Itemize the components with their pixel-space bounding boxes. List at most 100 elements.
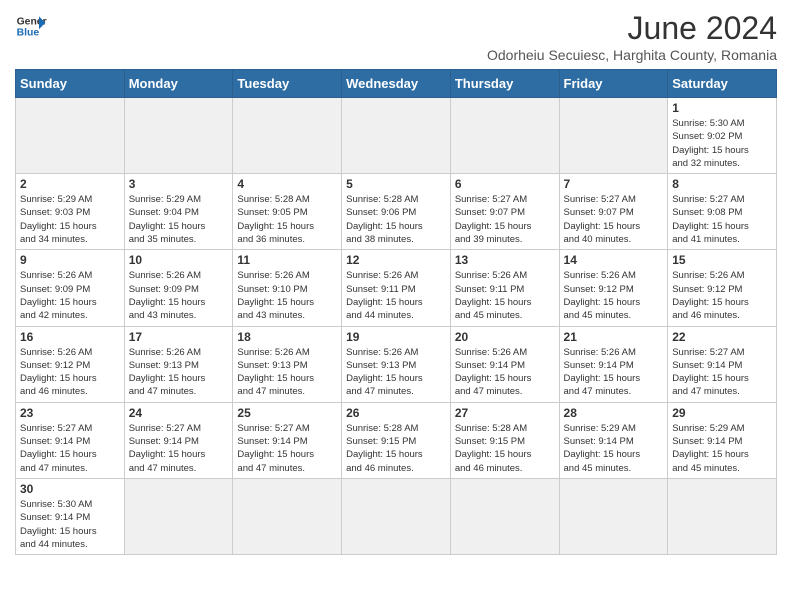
day-sun-info: Sunrise: 5:29 AM Sunset: 9:03 PM Dayligh… <box>20 193 120 246</box>
day-number: 18 <box>237 330 337 344</box>
calendar-day-cell: 9 Sunrise: 5:26 AM Sunset: 9:09 PM Daylig… <box>16 250 125 326</box>
calendar-day-cell: 8 Sunrise: 5:27 AM Sunset: 9:08 PM Daylig… <box>668 174 777 250</box>
page-header: General Blue June 2024 Odorheiu Secuiesc… <box>15 10 777 63</box>
day-number: 8 <box>672 177 772 191</box>
calendar-day-cell: 3 Sunrise: 5:29 AM Sunset: 9:04 PM Daylig… <box>124 174 233 250</box>
calendar-day-cell: 25 Sunrise: 5:27 AM Sunset: 9:14 PM Dayli… <box>233 402 342 478</box>
weekday-header-row: SundayMondayTuesdayWednesdayThursdayFrid… <box>16 70 777 98</box>
logo: General Blue <box>15 10 47 42</box>
day-sun-info: Sunrise: 5:27 AM Sunset: 9:14 PM Dayligh… <box>672 346 772 399</box>
day-sun-info: Sunrise: 5:29 AM Sunset: 9:14 PM Dayligh… <box>564 422 664 475</box>
day-sun-info: Sunrise: 5:26 AM Sunset: 9:09 PM Dayligh… <box>20 269 120 322</box>
weekday-header: Friday <box>559 70 668 98</box>
calendar-day-cell: 10 Sunrise: 5:26 AM Sunset: 9:09 PM Dayli… <box>124 250 233 326</box>
calendar-day-cell <box>342 478 451 554</box>
weekday-header: Thursday <box>450 70 559 98</box>
calendar-day-cell: 12Sunrise: 5:26 AM Sunset: 9:11 PM Dayli… <box>342 250 451 326</box>
day-number: 28 <box>564 406 664 420</box>
day-sun-info: Sunrise: 5:26 AM Sunset: 9:12 PM Dayligh… <box>564 269 664 322</box>
day-sun-info: Sunrise: 5:29 AM Sunset: 9:04 PM Dayligh… <box>129 193 229 246</box>
calendar-week-row: 1Sunrise: 5:30 AM Sunset: 9:02 PM Daylig… <box>16 98 777 174</box>
calendar-day-cell <box>233 478 342 554</box>
calendar-day-cell: 4Sunrise: 5:28 AM Sunset: 9:05 PM Daylig… <box>233 174 342 250</box>
day-sun-info: Sunrise: 5:29 AM Sunset: 9:14 PM Dayligh… <box>672 422 772 475</box>
weekday-header: Wednesday <box>342 70 451 98</box>
calendar-day-cell: 7 Sunrise: 5:27 AM Sunset: 9:07 PM Daylig… <box>559 174 668 250</box>
day-number: 9 <box>20 253 120 267</box>
day-sun-info: Sunrise: 5:26 AM Sunset: 9:12 PM Dayligh… <box>672 269 772 322</box>
day-sun-info: Sunrise: 5:27 AM Sunset: 9:14 PM Dayligh… <box>237 422 337 475</box>
day-sun-info: Sunrise: 5:26 AM Sunset: 9:09 PM Dayligh… <box>129 269 229 322</box>
calendar-day-cell: 23 Sunrise: 5:27 AM Sunset: 9:14 PM Dayli… <box>16 402 125 478</box>
day-number: 22 <box>672 330 772 344</box>
calendar-day-cell: 21 Sunrise: 5:26 AM Sunset: 9:14 PM Dayli… <box>559 326 668 402</box>
day-sun-info: Sunrise: 5:27 AM Sunset: 9:07 PM Dayligh… <box>455 193 555 246</box>
day-sun-info: Sunrise: 5:26 AM Sunset: 9:13 PM Dayligh… <box>237 346 337 399</box>
day-number: 7 <box>564 177 664 191</box>
location-subtitle: Odorheiu Secuiesc, Harghita County, Roma… <box>487 47 777 63</box>
weekday-header: Saturday <box>668 70 777 98</box>
day-number: 27 <box>455 406 555 420</box>
calendar-day-cell: 18 Sunrise: 5:26 AM Sunset: 9:13 PM Dayli… <box>233 326 342 402</box>
day-number: 6 <box>455 177 555 191</box>
calendar-day-cell <box>16 98 125 174</box>
day-sun-info: Sunrise: 5:28 AM Sunset: 9:06 PM Dayligh… <box>346 193 446 246</box>
day-number: 3 <box>129 177 229 191</box>
day-sun-info: Sunrise: 5:26 AM Sunset: 9:14 PM Dayligh… <box>455 346 555 399</box>
day-sun-info: Sunrise: 5:26 AM Sunset: 9:11 PM Dayligh… <box>455 269 555 322</box>
day-sun-info: Sunrise: 5:26 AM Sunset: 9:13 PM Dayligh… <box>129 346 229 399</box>
calendar-week-row: 9 Sunrise: 5:26 AM Sunset: 9:09 PM Daylig… <box>16 250 777 326</box>
day-number: 11 <box>237 253 337 267</box>
day-sun-info: Sunrise: 5:27 AM Sunset: 9:14 PM Dayligh… <box>20 422 120 475</box>
title-block: June 2024 Odorheiu Secuiesc, Harghita Co… <box>487 10 777 63</box>
calendar-week-row: 16Sunrise: 5:26 AM Sunset: 9:12 PM Dayli… <box>16 326 777 402</box>
day-number: 23 <box>20 406 120 420</box>
calendar-day-cell: 2 Sunrise: 5:29 AM Sunset: 9:03 PM Daylig… <box>16 174 125 250</box>
day-number: 30 <box>20 482 120 496</box>
day-number: 20 <box>455 330 555 344</box>
calendar-day-cell: 19 Sunrise: 5:26 AM Sunset: 9:13 PM Dayli… <box>342 326 451 402</box>
calendar-day-cell: 5Sunrise: 5:28 AM Sunset: 9:06 PM Daylig… <box>342 174 451 250</box>
calendar-day-cell <box>233 98 342 174</box>
calendar-table: SundayMondayTuesdayWednesdayThursdayFrid… <box>15 69 777 555</box>
day-number: 25 <box>237 406 337 420</box>
day-number: 24 <box>129 406 229 420</box>
calendar-day-cell: 30Sunrise: 5:30 AM Sunset: 9:14 PM Dayli… <box>16 478 125 554</box>
calendar-day-cell: 13Sunrise: 5:26 AM Sunset: 9:11 PM Dayli… <box>450 250 559 326</box>
calendar-day-cell: 20 Sunrise: 5:26 AM Sunset: 9:14 PM Dayli… <box>450 326 559 402</box>
weekday-header: Monday <box>124 70 233 98</box>
day-sun-info: Sunrise: 5:26 AM Sunset: 9:13 PM Dayligh… <box>346 346 446 399</box>
day-sun-info: Sunrise: 5:26 AM Sunset: 9:14 PM Dayligh… <box>564 346 664 399</box>
calendar-day-cell <box>124 98 233 174</box>
calendar-day-cell: 11Sunrise: 5:26 AM Sunset: 9:10 PM Dayli… <box>233 250 342 326</box>
calendar-day-cell: 1Sunrise: 5:30 AM Sunset: 9:02 PM Daylig… <box>668 98 777 174</box>
day-sun-info: Sunrise: 5:27 AM Sunset: 9:14 PM Dayligh… <box>129 422 229 475</box>
calendar-day-cell <box>559 478 668 554</box>
day-number: 19 <box>346 330 446 344</box>
svg-text:Blue: Blue <box>17 28 40 39</box>
calendar-day-cell: 26Sunrise: 5:28 AM Sunset: 9:15 PM Dayli… <box>342 402 451 478</box>
calendar-day-cell <box>342 98 451 174</box>
calendar-week-row: 2 Sunrise: 5:29 AM Sunset: 9:03 PM Daylig… <box>16 174 777 250</box>
calendar-day-cell: 22 Sunrise: 5:27 AM Sunset: 9:14 PM Dayli… <box>668 326 777 402</box>
day-number: 10 <box>129 253 229 267</box>
day-sun-info: Sunrise: 5:27 AM Sunset: 9:07 PM Dayligh… <box>564 193 664 246</box>
day-sun-info: Sunrise: 5:30 AM Sunset: 9:02 PM Dayligh… <box>672 117 772 170</box>
calendar-day-cell <box>450 478 559 554</box>
day-number: 17 <box>129 330 229 344</box>
calendar-day-cell <box>559 98 668 174</box>
calendar-day-cell: 16Sunrise: 5:26 AM Sunset: 9:12 PM Dayli… <box>16 326 125 402</box>
calendar-day-cell: 24 Sunrise: 5:27 AM Sunset: 9:14 PM Dayli… <box>124 402 233 478</box>
day-sun-info: Sunrise: 5:28 AM Sunset: 9:05 PM Dayligh… <box>237 193 337 246</box>
calendar-day-cell <box>668 478 777 554</box>
day-number: 21 <box>564 330 664 344</box>
day-number: 2 <box>20 177 120 191</box>
weekday-header: Tuesday <box>233 70 342 98</box>
day-sun-info: Sunrise: 5:27 AM Sunset: 9:08 PM Dayligh… <box>672 193 772 246</box>
calendar-day-cell: 17 Sunrise: 5:26 AM Sunset: 9:13 PM Dayli… <box>124 326 233 402</box>
day-number: 29 <box>672 406 772 420</box>
calendar-day-cell: 14Sunrise: 5:26 AM Sunset: 9:12 PM Dayli… <box>559 250 668 326</box>
day-sun-info: Sunrise: 5:26 AM Sunset: 9:11 PM Dayligh… <box>346 269 446 322</box>
logo-icon: General Blue <box>15 10 47 42</box>
calendar-day-cell: 28 Sunrise: 5:29 AM Sunset: 9:14 PM Dayli… <box>559 402 668 478</box>
